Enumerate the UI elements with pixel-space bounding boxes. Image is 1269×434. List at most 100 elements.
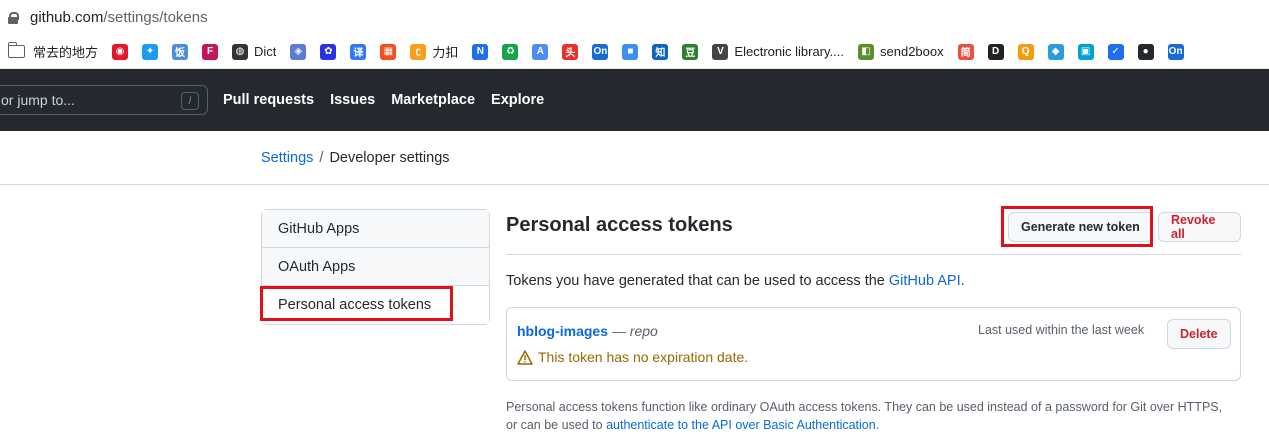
bilibili-icon: ▣: [1077, 43, 1094, 60]
diamond-icon: ◆: [1047, 43, 1064, 60]
bookmark-item[interactable]: F: [202, 43, 219, 60]
bookmark-item[interactable]: 译: [350, 43, 367, 60]
bookmark-item[interactable]: On: [592, 43, 609, 60]
bookmark-item[interactable]: ▣: [1077, 43, 1094, 60]
bookmark-item[interactable]: ●: [1137, 43, 1154, 60]
bookmark-item[interactable]: ✓: [1107, 43, 1124, 60]
bookmarks-bar: 常去的地方 ◉ ✦ 饭 F ◍ Dict ◈ ✿ 译 ▦ ʗ 力扣 N ♻ A 头 On ■ 知豆 V Electroni…: [0, 35, 1269, 69]
global-nav: Pull requests Issues Marketplace Explore: [223, 92, 544, 108]
url-text[interactable]: github.com/settings/tokens: [30, 9, 208, 26]
baidu-icon: ✿: [320, 43, 337, 60]
douban-icon: 豆: [682, 43, 699, 60]
warning-text: This token has no expiration date.: [538, 349, 749, 365]
menu-item-personal-access-tokens[interactable]: Personal access tokens: [262, 286, 489, 324]
main-content: Personal access tokens Generate new toke…: [506, 205, 1241, 432]
bookmark-item[interactable]: ▦: [380, 43, 397, 60]
bookmark-item[interactable]: 豆: [682, 43, 699, 60]
github-icon: ●: [1137, 43, 1154, 60]
delete-token-button[interactable]: Delete: [1167, 319, 1231, 349]
bookmark-item[interactable]: 头: [562, 43, 579, 60]
token-scope: repo: [629, 323, 658, 339]
bookmark-item[interactable]: V Electronic library....: [712, 43, 844, 60]
bookmark-item[interactable]: 知: [652, 43, 669, 60]
bookmark-item[interactable]: ◆: [1047, 43, 1064, 60]
recycle-icon: ♻: [502, 43, 519, 60]
basic-auth-link[interactable]: authenticate to the API over Basic Authe…: [606, 418, 876, 432]
bookmark-item[interactable]: N: [472, 43, 489, 60]
bookmark-item[interactable]: 常去的地方: [7, 42, 99, 61]
fanyi-icon: 饭: [172, 43, 189, 60]
breadcrumb: Settings / Developer settings: [261, 150, 450, 166]
jian-icon: 简: [957, 43, 974, 60]
page-title: Personal access tokens: [506, 214, 733, 236]
nav-explore[interactable]: Explore: [491, 92, 544, 108]
bookmark-item[interactable]: On: [1167, 43, 1184, 60]
bookmark-item[interactable]: ✦: [142, 43, 159, 60]
bookmark-item[interactable]: ◧ send2boox: [858, 43, 944, 60]
q-icon: Q: [1017, 43, 1034, 60]
twitter-icon: ✦: [142, 43, 159, 60]
bookmark-label: 常去的地方: [33, 45, 99, 60]
token-title: hblog-images — repo: [517, 323, 658, 339]
developer-settings-menu: GitHub Apps OAuth Apps Personal access t…: [261, 209, 490, 325]
bookmark-item[interactable]: ✿: [320, 43, 337, 60]
footnote-line-1: Personal access tokens function like ord…: [506, 400, 1223, 414]
bookmark-item[interactable]: A: [532, 43, 549, 60]
generate-new-token-button[interactable]: Generate new token: [1008, 212, 1153, 242]
ai-icon: ◈: [290, 43, 307, 60]
nav-pull-requests[interactable]: Pull requests: [223, 92, 314, 108]
bookmark-item[interactable]: ♻: [502, 43, 519, 60]
bookmark-item[interactable]: ʗ 力扣: [410, 42, 458, 61]
revoke-all-button[interactable]: Revoke all: [1158, 212, 1241, 242]
bookmark-item[interactable]: D: [987, 43, 1004, 60]
boox-icon: ◧: [858, 43, 874, 60]
bookmark-item[interactable]: 简: [957, 43, 974, 60]
bookmark-item[interactable]: ◉: [112, 43, 129, 60]
on-icon: On: [592, 43, 609, 60]
d-icon: D: [987, 43, 1004, 60]
bookmark-item[interactable]: ◈: [290, 43, 307, 60]
weibo-icon: ◉: [112, 43, 129, 60]
zhihu-icon: 知: [652, 43, 669, 60]
expiration-warning: This token has no expiration date.: [517, 349, 748, 365]
bookmark-item[interactable]: 饭: [172, 43, 189, 60]
search-shortcut-key: /: [181, 92, 199, 110]
leetcode-icon: ʗ: [410, 43, 427, 60]
address-bar[interactable]: github.com/settings/tokens: [0, 0, 1269, 35]
bookmark-item[interactable]: Q: [1017, 43, 1034, 60]
v-icon: V: [712, 43, 729, 60]
nav-issues[interactable]: Issues: [330, 92, 375, 108]
github-header: or jump to... / Pull requests Issues Mar…: [0, 69, 1269, 131]
folder-icon: [7, 42, 25, 58]
a-icon: A: [532, 43, 549, 60]
bookmark-item[interactable]: ■: [622, 43, 639, 60]
intro-text: Tokens you have generated that can be us…: [506, 273, 965, 289]
blue-check-icon: ✓: [1107, 43, 1124, 60]
microsoft-icon: ▦: [380, 43, 397, 60]
bookmark-label: 力扣: [432, 45, 459, 60]
n-icon: N: [472, 43, 489, 60]
token-last-used: Last used within the last week: [978, 323, 1145, 337]
fw-icon: F: [202, 43, 219, 60]
toutiao-icon: 头: [562, 43, 579, 60]
footnote-text: Personal access tokens function like ord…: [506, 398, 1241, 434]
menu-item-oauth-apps[interactable]: OAuth Apps: [262, 248, 489, 286]
subhead: Personal access tokens Generate new toke…: [506, 205, 1241, 255]
breadcrumb-current: Developer settings: [329, 150, 450, 166]
menu-item-github-apps[interactable]: GitHub Apps: [262, 210, 489, 248]
bookmark-label: send2boox: [880, 44, 944, 59]
bookmark-item[interactable]: ◍ Dict: [232, 43, 277, 60]
footnote-line-2: or can be used to authenticate to the AP…: [506, 418, 880, 432]
menu-item-label: GitHub Apps: [278, 220, 360, 237]
on2-icon: On: [1167, 43, 1184, 60]
token-name-link[interactable]: hblog-images: [517, 323, 608, 339]
alert-icon: [517, 349, 533, 365]
nav-marketplace[interactable]: Marketplace: [391, 92, 475, 108]
github-api-link[interactable]: GitHub API: [889, 273, 961, 289]
breadcrumb-settings-link[interactable]: Settings: [261, 150, 313, 166]
lock-icon: [8, 11, 19, 24]
bookmark-label: Dict: [254, 44, 277, 59]
search-input[interactable]: or jump to... /: [0, 85, 208, 115]
token-list-item: hblog-images — repo Last used within the…: [506, 307, 1241, 381]
menu-item-label: OAuth Apps: [278, 258, 356, 275]
